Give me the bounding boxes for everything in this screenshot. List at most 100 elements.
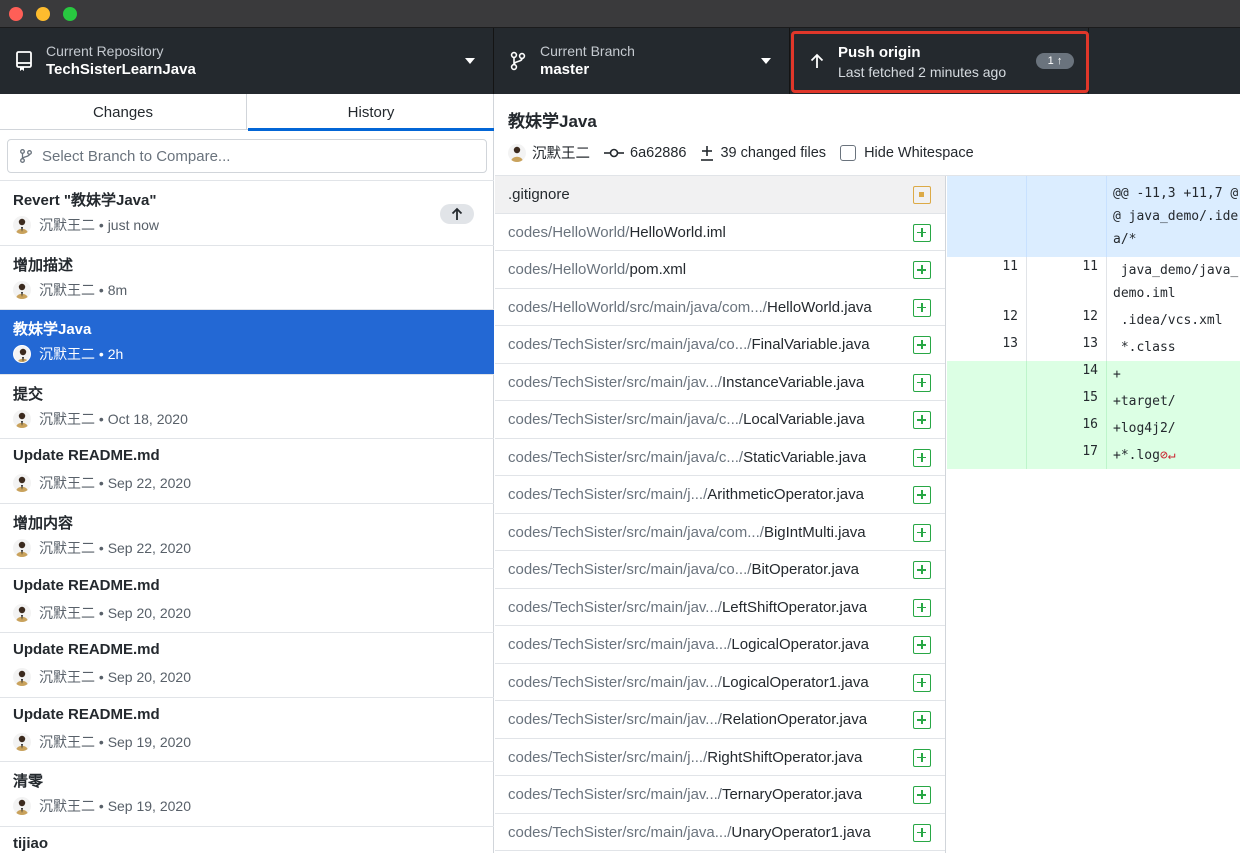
changed-file-row[interactable]: codes/HelloWorld/src/main/java/com.../He… (495, 289, 945, 326)
commit-row[interactable]: 清零 沉默王二 • Sep 19, 2020 (0, 762, 494, 827)
commit-row[interactable]: 提交 沉默王二 • Oct 18, 2020 (0, 375, 494, 440)
changed-file-row[interactable]: codes/TechSister/src/main/jav.../Logical… (495, 664, 945, 701)
current-repository-button[interactable]: Current Repository TechSisterLearnJava (0, 28, 494, 94)
branch-label: Current Branch (540, 43, 635, 59)
changed-file-row[interactable]: codes/TechSister/src/main/java.../UnaryO… (495, 814, 945, 851)
commit-time: Oct 18, 2020 (107, 410, 188, 427)
commit-row[interactable]: Update README.md 沉默王二 • Sep 20, 2020 (0, 569, 494, 634)
meta-separator: • (95, 281, 108, 298)
new-line-number: 15 (1027, 388, 1107, 415)
diff-line: 13 13 *.class (947, 334, 1240, 361)
changed-file-row[interactable]: codes/TechSister/src/main/jav.../Ternary… (495, 776, 945, 814)
changed-file-row[interactable]: codes/TechSister/src/main/jav.../LeftShi… (495, 589, 945, 626)
tab-history[interactable]: History (248, 94, 494, 131)
avatar (13, 732, 31, 751)
changed-file-row[interactable]: .gitignore (495, 176, 945, 214)
file-path: codes/TechSister/src/main/jav.../ (508, 598, 722, 616)
file-path: codes/TechSister/src/main/java/co.../ (508, 561, 752, 578)
commit-meta-line: 沉默王二 • 2h (13, 344, 123, 364)
commit-time: Sep 19, 2020 (107, 798, 191, 815)
branch-compare-box[interactable] (7, 139, 487, 173)
hide-whitespace-toggle[interactable]: Hide Whitespace (840, 144, 974, 161)
minimize-window-button[interactable] (36, 7, 50, 21)
push-origin-button[interactable]: Push origin Last fetched 2 minutes ago 1… (791, 28, 1089, 94)
commit-row[interactable]: Update README.md 沉默王二 • Sep 19, 2020 (0, 698, 494, 763)
commit-title: Update README.md (13, 705, 160, 723)
changed-file-row[interactable]: codes/HelloWorld/HelloWorld.iml (495, 214, 945, 251)
branch-compare-input[interactable] (42, 140, 482, 172)
new-line-number: 13 (1027, 334, 1107, 361)
changed-file-row[interactable]: codes/TechSister/src/main/java/c.../Stat… (495, 439, 945, 476)
file-added-icon (913, 786, 931, 804)
diff-line: 17 +*.log⊘↵ (947, 442, 1240, 469)
commit-row[interactable]: 教妹学Java 沉默王二 • 2h (0, 310, 494, 375)
meta-separator: • (95, 410, 108, 427)
new-line-number: 12 (1027, 307, 1107, 334)
file-path: codes/TechSister/src/main/jav.../ (508, 786, 722, 803)
commit-title: Update README.md (13, 447, 160, 465)
commit-title: Update README.md (13, 641, 160, 659)
zoom-window-button[interactable] (63, 7, 77, 21)
commit-row[interactable]: Revert "教妹学Java" 沉默王二 • just now (0, 181, 494, 246)
commit-row[interactable]: 增加内容 沉默王二 • Sep 22, 2020 (0, 504, 494, 569)
changed-file-row[interactable]: codes/TechSister/src/main/jav.../Relatio… (495, 701, 945, 739)
old-line-number (947, 442, 1027, 469)
file-name: InstanceVariable.java (721, 373, 865, 391)
commit-list: Revert "教妹学Java" 沉默王二 • just now 增加描述 沉默王二 … (0, 180, 494, 853)
commit-author: 沉默王二 (39, 539, 95, 556)
old-line-number (947, 415, 1027, 442)
current-branch-button[interactable]: Current Branch master (494, 28, 790, 94)
commit-row[interactable]: 增加描述 沉默王二 • 8m (0, 246, 494, 311)
file-added-icon (913, 523, 931, 542)
chevron-down-icon (761, 58, 771, 64)
file-added-icon (913, 673, 931, 692)
meta-separator: • (95, 604, 108, 621)
file-name: StaticVariable.java (743, 448, 867, 466)
repo-name: TechSisterLearnJava (46, 61, 196, 78)
old-line-number (947, 361, 1027, 388)
commit-author: 沉默王二 (508, 142, 590, 163)
commit-row[interactable]: tijiao (0, 827, 494, 853)
changed-file-row[interactable]: codes/TechSister/src/main/java/c.../Loca… (495, 401, 945, 439)
close-window-button[interactable] (9, 7, 23, 21)
changed-file-row[interactable]: codes/TechSister/src/main/java/co.../Fin… (495, 326, 945, 364)
commit-author: 沉默王二 (39, 410, 95, 427)
tab-history-label: History (347, 104, 395, 121)
changed-file-row[interactable]: codes/TechSister/src/main/j.../Arithmeti… (495, 476, 945, 514)
changed-file-row[interactable]: codes/TechSister/src/main/j.../RightShif… (495, 739, 945, 776)
commit-row[interactable]: Update README.md 沉默王二 • Sep 20, 2020 (0, 633, 494, 698)
diff-view: @@ -11,3 +11,7 @@ java_demo/.idea/* 11 11 … (947, 176, 1240, 853)
file-name: .gitignore (508, 186, 570, 203)
file-added-icon (913, 636, 931, 654)
diff-code: java_demo/java_demo.iml (1107, 257, 1240, 307)
file-path: codes/TechSister/src/main/j.../ (508, 748, 708, 766)
file-added-icon (913, 711, 931, 729)
commit-meta-line: 沉默王二 • Oct 18, 2020 (13, 409, 188, 429)
changed-file-row[interactable]: codes/HelloWorld/pom.xml (495, 251, 945, 289)
file-path: codes/HelloWorld/ (508, 261, 630, 278)
commit-time: Sep 22, 2020 (107, 539, 191, 556)
diff-code-text: java_demo/java_demo.iml (1113, 263, 1239, 301)
commit-meta-line: 沉默王二 • Sep 22, 2020 (13, 538, 191, 558)
diff-code: +target/ (1107, 388, 1240, 415)
diff-icon (701, 145, 714, 161)
diff-code-text: @@ -11,3 +11,7 @@ java_demo/.idea/* (1113, 186, 1239, 247)
commit-row[interactable]: Update README.md 沉默王二 • Sep 22, 2020 (0, 439, 494, 504)
changed-file-row[interactable]: codes/TechSister/src/main/java/co.../Bit… (495, 551, 945, 589)
commit-time: 2h (107, 346, 124, 363)
arrow-up-icon (810, 53, 824, 68)
changed-file-row[interactable]: codes/TechSister/src/main/java/com.../Bi… (495, 514, 945, 551)
diff-code-text: + (1113, 367, 1121, 382)
file-path: codes/HelloWorld/src/main/java/com.../ (508, 298, 767, 316)
commit-meta-line: 沉默王二 • Sep 19, 2020 (13, 732, 191, 752)
avatar (13, 409, 31, 428)
tab-changes[interactable]: Changes (0, 94, 247, 130)
file-path: codes/TechSister/src/main/java/com.../ (508, 523, 764, 541)
commit-author: 沉默王二 (39, 669, 95, 686)
commit-author: 沉默王二 (39, 217, 95, 233)
hide-whitespace-checkbox[interactable] (840, 144, 857, 161)
avatar (13, 345, 31, 364)
changed-file-row[interactable]: codes/TechSister/src/main/jav.../Instanc… (495, 364, 945, 401)
changed-file-row[interactable]: codes/TechSister/src/main/java.../Logica… (495, 626, 945, 664)
tab-selected-indicator (248, 128, 494, 131)
